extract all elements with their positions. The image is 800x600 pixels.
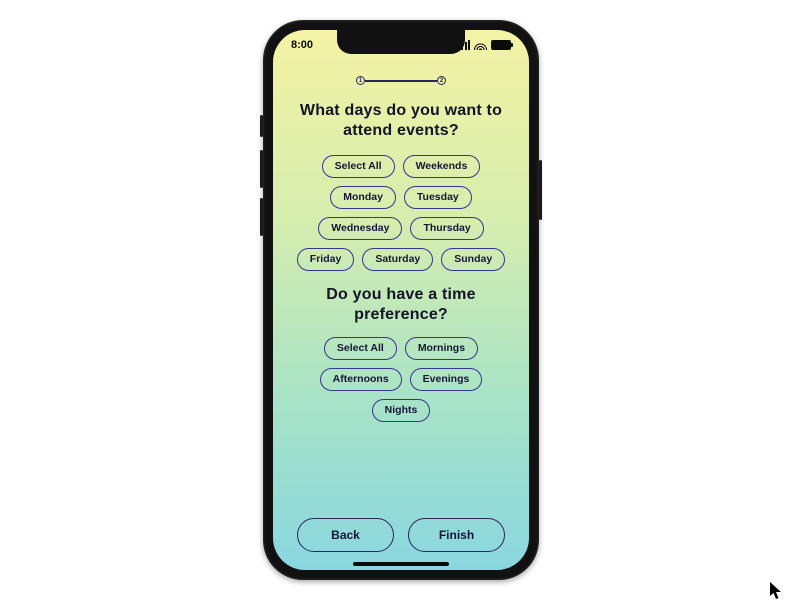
wifi-icon <box>474 40 487 50</box>
progress-step-2: 2 <box>437 76 446 85</box>
chip-wednesday[interactable]: Wednesday <box>318 217 402 240</box>
chip-thursday[interactable]: Thursday <box>410 217 483 240</box>
status-right <box>458 40 512 50</box>
side-button <box>260 150 263 188</box>
chips-days: Select All Weekends Monday Tuesday Wedne… <box>289 155 513 271</box>
progress-step-1: 1 <box>356 76 365 85</box>
side-button <box>539 160 542 220</box>
chip-afternoons[interactable]: Afternoons <box>320 368 402 391</box>
cursor-icon <box>770 582 784 600</box>
question-days: What days do you want to attend events? <box>289 101 513 141</box>
chip-mornings[interactable]: Mornings <box>405 337 478 360</box>
progress-bar <box>365 80 437 82</box>
chip-weekends[interactable]: Weekends <box>403 155 481 178</box>
chip-saturday[interactable]: Saturday <box>362 248 433 271</box>
back-button[interactable]: Back <box>297 518 394 552</box>
finish-button[interactable]: Finish <box>408 518 505 552</box>
phone-frame: 8:00 1 2 What days do you want to attend… <box>263 20 539 580</box>
chip-tuesday[interactable]: Tuesday <box>404 186 472 209</box>
notch <box>337 30 465 54</box>
phone-screen: 8:00 1 2 What days do you want to attend… <box>273 30 529 570</box>
status-time: 8:00 <box>291 39 313 51</box>
side-button <box>260 198 263 236</box>
home-indicator[interactable] <box>353 562 449 566</box>
chip-select-all-days[interactable]: Select All <box>322 155 395 178</box>
progress-indicator: 1 2 <box>356 76 446 85</box>
content: 1 2 What days do you want to attend even… <box>273 64 529 558</box>
chip-friday[interactable]: Friday <box>297 248 355 271</box>
question-time: Do you have a time preference? <box>289 285 513 325</box>
chip-sunday[interactable]: Sunday <box>441 248 505 271</box>
chip-nights[interactable]: Nights <box>372 399 431 422</box>
chip-monday[interactable]: Monday <box>330 186 396 209</box>
chip-evenings[interactable]: Evenings <box>410 368 483 391</box>
footer-nav: Back Finish <box>289 518 513 558</box>
side-button <box>260 115 263 137</box>
chip-select-all-times[interactable]: Select All <box>324 337 397 360</box>
battery-icon <box>491 40 511 50</box>
chips-time: Select All Mornings Afternoons Evenings … <box>289 337 513 422</box>
